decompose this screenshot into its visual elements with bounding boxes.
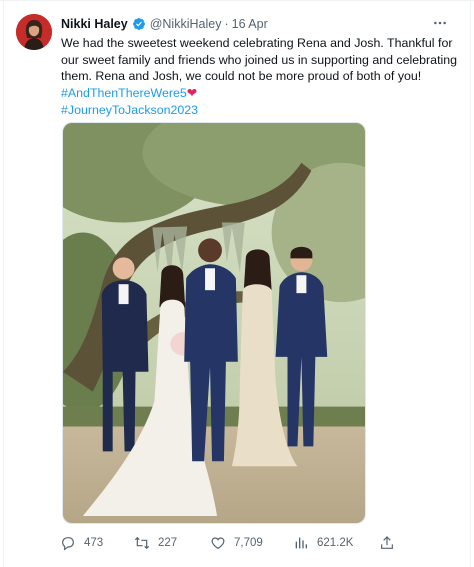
share-button[interactable] (379, 533, 403, 553)
reply-icon (60, 535, 76, 551)
verified-badge-icon (132, 17, 146, 31)
tweet-header: Nikki Haley @NikkiHaley · 16 Apr (61, 15, 268, 33)
views-button[interactable]: 621.2K (293, 533, 353, 553)
reply-button[interactable]: 473 (60, 533, 103, 553)
divider (0, 0, 474, 1)
retweet-button[interactable]: 227 (134, 533, 177, 553)
tweet-text-line: our sweet family and friends who joined … (61, 52, 458, 67)
retweet-icon (134, 535, 150, 551)
tweet-date[interactable]: 16 Apr (232, 17, 268, 31)
tweet-text: We had the sweetest weekend celebrating … (61, 35, 461, 119)
tweet-photo[interactable] (62, 122, 366, 524)
author-name[interactable]: Nikki Haley (61, 17, 128, 31)
divider (3, 0, 4, 567)
views-count: 621.2K (317, 537, 354, 549)
avatar[interactable] (16, 14, 52, 50)
separator-dot: · (224, 17, 229, 31)
hashtag-link[interactable]: #AndThenThereWere5 (61, 86, 187, 100)
author-handle[interactable]: @NikkiHaley (150, 17, 222, 31)
tweet-actions: 473 227 7,709 621.2K (60, 533, 420, 553)
like-count: 7,709 (234, 537, 263, 549)
share-icon (379, 535, 395, 551)
views-icon (293, 535, 309, 551)
like-button[interactable]: 7,709 (210, 533, 263, 553)
hashtag-link[interactable]: #JourneyToJackson2023 (61, 103, 198, 117)
like-icon (210, 535, 226, 551)
reply-count: 473 (84, 537, 104, 549)
tweet-text-line: We had the sweetest weekend celebrating … (61, 36, 453, 50)
heart-emoji: ❤ (186, 86, 198, 101)
retweet-count: 227 (158, 537, 178, 549)
tweet-text-line: them. Rena and Josh, we could not be mor… (61, 69, 422, 84)
more-options-icon[interactable] (430, 13, 450, 33)
divider (470, 0, 471, 567)
